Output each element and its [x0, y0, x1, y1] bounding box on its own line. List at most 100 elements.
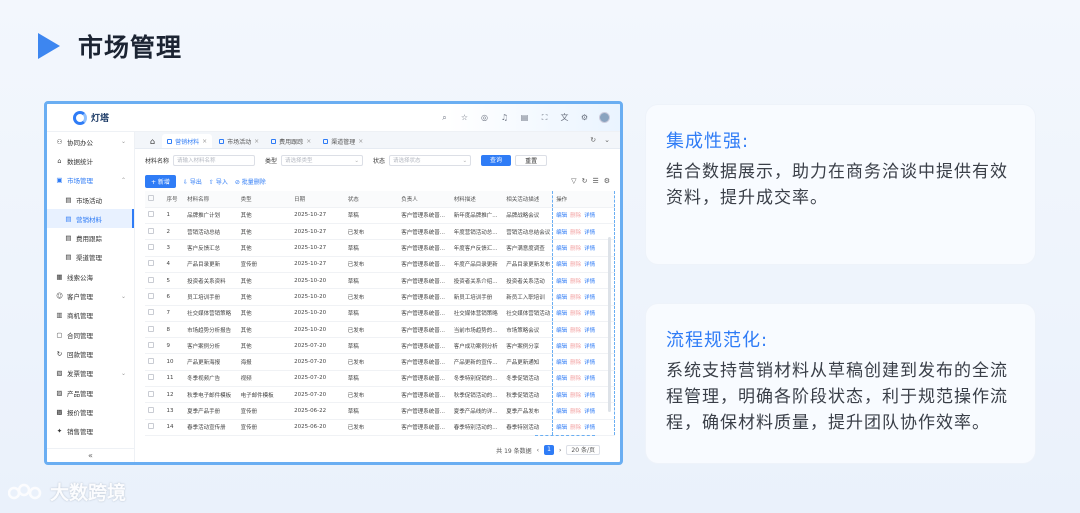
edit-link[interactable]: 编辑: [556, 360, 567, 366]
row-checkbox[interactable]: [145, 337, 164, 355]
close-icon[interactable]: ×: [306, 138, 311, 145]
sidebar-item[interactable]: ▢ 合同管理: [47, 325, 134, 344]
tab[interactable]: 营销材料 ×: [162, 134, 213, 148]
edit-link[interactable]: 编辑: [556, 393, 567, 399]
delete-link[interactable]: 删除: [570, 213, 581, 219]
view-link[interactable]: 详情: [584, 376, 595, 382]
table-row[interactable]: 7 社交媒体营销策略 其他 2025-10-20 草稿 客户管理系统普... 社交媒体营销策…: [145, 305, 615, 322]
delete-link[interactable]: 删除: [570, 295, 581, 301]
view-link[interactable]: 详情: [584, 246, 595, 252]
table-row[interactable]: 2 营销活动总结 其他 2025-10-27 已发布 客户管理系统普... 年度营销活动总.…: [145, 223, 615, 241]
row-checkbox[interactable]: [145, 305, 164, 322]
edit-link[interactable]: 编辑: [556, 425, 567, 431]
home-tab-icon[interactable]: ⌂: [145, 134, 160, 148]
row-checkbox[interactable]: [145, 353, 164, 371]
sidebar-item[interactable]: ▤ 营销材料: [47, 209, 134, 229]
table-row[interactable]: 1 品牌推广计划 其他 2025-10-27 草稿 客户管理系统普... 新年度品牌推广..…: [145, 207, 615, 225]
row-checkbox[interactable]: [145, 402, 164, 420]
edit-link[interactable]: 编辑: [556, 246, 567, 252]
close-icon[interactable]: ×: [358, 138, 363, 145]
delete-link[interactable]: 删除: [570, 262, 581, 268]
document-icon[interactable]: ▤: [519, 113, 530, 122]
row-checkbox[interactable]: [145, 256, 164, 273]
filter-icon[interactable]: ▽: [571, 177, 576, 185]
refresh-icon[interactable]: ↻: [582, 177, 588, 185]
import-button[interactable]: ⇧ 导入: [209, 177, 228, 186]
type-select[interactable]: 请选择类型 ⌄: [281, 154, 364, 166]
translate-icon[interactable]: 文: [559, 112, 570, 123]
row-checkbox[interactable]: [145, 239, 164, 257]
view-link[interactable]: 详情: [584, 425, 595, 431]
edit-link[interactable]: 编辑: [556, 295, 567, 301]
table-row[interactable]: 10 产品更新海报 海报 2025-07-20 已发布 客户管理系统普... 产品更新的宣传…: [145, 353, 615, 371]
row-checkbox[interactable]: [145, 370, 164, 388]
table-row[interactable]: 5 投资者关系资料 其他 2025-10-20 草稿 客户管理系统普... 投资者关系介绍.…: [145, 272, 615, 290]
row-checkbox[interactable]: [145, 321, 164, 339]
edit-link[interactable]: 编辑: [556, 409, 567, 415]
fullscreen-icon[interactable]: ⛶: [539, 113, 550, 123]
view-link[interactable]: 详情: [584, 344, 595, 350]
view-link[interactable]: 详情: [584, 295, 595, 301]
delete-link[interactable]: 删除: [570, 393, 581, 399]
close-icon[interactable]: ×: [202, 138, 207, 145]
edit-link[interactable]: 编辑: [556, 328, 567, 334]
sidebar-item[interactable]: ▣ 市场管理 ⌃: [47, 171, 134, 190]
columns-icon[interactable]: ☰: [592, 177, 598, 185]
delete-link[interactable]: 删除: [570, 409, 581, 415]
view-link[interactable]: 详情: [584, 311, 595, 317]
sidebar-item[interactable]: ▧ 发票管理 ⌄: [47, 364, 134, 383]
tab[interactable]: 市场活动 ×: [214, 134, 264, 148]
sidebar-item[interactable]: ▦ 线索公海: [47, 267, 134, 286]
pager-current-page[interactable]: 1: [544, 445, 555, 455]
avatar[interactable]: [599, 112, 610, 123]
search-icon[interactable]: ⌕: [439, 113, 450, 123]
status-select[interactable]: 请选择状态 ⌄: [389, 154, 472, 166]
table-row[interactable]: 14 春季活动宣传册 宣传册 2025-06-20 已发布 客户管理系统普... 春季特别活…: [145, 419, 615, 436]
table-scrollbar[interactable]: [608, 237, 611, 412]
close-icon[interactable]: ×: [254, 138, 259, 145]
view-link[interactable]: 详情: [584, 409, 595, 415]
edit-link[interactable]: 编辑: [556, 344, 567, 350]
gear-icon[interactable]: ⚙: [579, 113, 590, 122]
select-all-checkbox[interactable]: [145, 191, 164, 208]
sidebar-item[interactable]: ▩ 报价管理: [47, 402, 134, 421]
sidebar-item[interactable]: ▥ 商机管理: [47, 306, 134, 325]
delete-link[interactable]: 删除: [570, 344, 581, 350]
edit-link[interactable]: 编辑: [556, 376, 567, 382]
refresh-icon[interactable]: ↻: [590, 136, 596, 144]
edit-link[interactable]: 编辑: [556, 311, 567, 317]
table-row[interactable]: 13 夏季产品手册 宣传册 2025-06-22 草稿 客户管理系统普... 夏季产品线的详…: [145, 402, 615, 420]
sidebar-item[interactable]: ↻ 回款管理: [47, 344, 134, 363]
tab[interactable]: 渠道管理 ×: [318, 134, 368, 148]
row-checkbox[interactable]: [145, 207, 164, 225]
delete-link[interactable]: 删除: [570, 246, 581, 252]
row-checkbox[interactable]: [145, 288, 164, 306]
sidebar-item[interactable]: ⚇ 协同办公 ⌄: [47, 132, 134, 151]
message-icon[interactable]: ◎: [479, 113, 490, 122]
sidebar-item[interactable]: ☺ 客户管理 ⌄: [47, 286, 134, 305]
bell-icon[interactable]: ♫: [499, 113, 510, 122]
table-row[interactable]: 12 秋季电子邮件模板 电子邮件模板 2025-07-20 已发布 客户管理系统普... 秋…: [145, 386, 615, 404]
row-checkbox[interactable]: [145, 386, 164, 404]
sidebar-item[interactable]: ▤ 渠道管理: [47, 248, 134, 267]
table-row[interactable]: 3 客户反馈汇总 其他 2025-10-27 草稿 客户管理系统普... 年度客户反馈汇..…: [145, 239, 615, 257]
reset-button[interactable]: 重置: [515, 154, 548, 166]
row-checkbox[interactable]: [145, 419, 164, 436]
pager-prev-icon[interactable]: ‹: [537, 447, 539, 454]
delete-link[interactable]: 删除: [570, 425, 581, 431]
edit-link[interactable]: 编辑: [556, 262, 567, 268]
batch-delete-button[interactable]: ⊘ 批量删除: [235, 177, 266, 186]
pager-next-icon[interactable]: ›: [559, 447, 561, 454]
view-link[interactable]: 详情: [584, 230, 595, 236]
view-link[interactable]: 详情: [584, 262, 595, 268]
collapse-sidebar-button[interactable]: «: [47, 448, 134, 462]
delete-link[interactable]: 删除: [570, 328, 581, 334]
delete-link[interactable]: 删除: [570, 376, 581, 382]
table-row[interactable]: 9 客户案例分析 其他 2025-07-20 草稿 客户管理系统普... 客户成功案例分析客…: [145, 337, 615, 355]
tab[interactable]: 费用跟踪 ×: [266, 134, 316, 148]
view-link[interactable]: 详情: [584, 328, 595, 334]
page-size-select[interactable]: 20 条/页: [566, 445, 600, 455]
sidebar-item[interactable]: ▤ 市场活动: [47, 190, 134, 209]
name-input[interactable]: 请输入材料名称: [173, 154, 256, 166]
app-logo[interactable]: 灯塔: [47, 110, 135, 125]
